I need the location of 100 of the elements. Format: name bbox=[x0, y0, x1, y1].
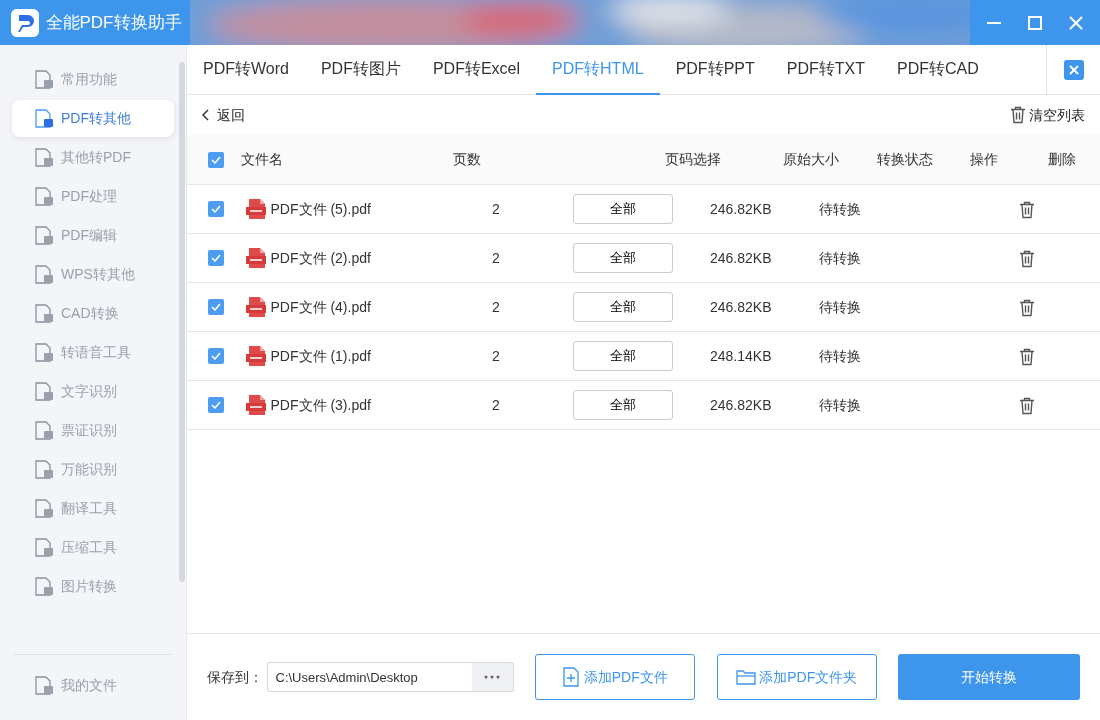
document-icon bbox=[34, 147, 54, 168]
save-label: 保存到： bbox=[207, 667, 263, 687]
checkmark-icon bbox=[211, 205, 221, 213]
page-count: 2 bbox=[492, 396, 500, 413]
checkbox[interactable] bbox=[208, 299, 224, 315]
sidebar-item[interactable]: 常用功能 bbox=[12, 61, 174, 98]
column-header: 文件名 bbox=[240, 151, 283, 167]
checkmark-icon bbox=[211, 401, 221, 409]
delete-icon[interactable] bbox=[1019, 347, 1035, 366]
document-icon bbox=[34, 264, 54, 285]
sidebar-item[interactable]: 文字识别 bbox=[12, 373, 174, 410]
tab[interactable]: PDF转图片 bbox=[304, 44, 417, 95]
tab[interactable]: PDF转Excel bbox=[416, 44, 537, 95]
document-icon bbox=[34, 537, 54, 558]
checkbox[interactable] bbox=[208, 348, 224, 364]
document-icon bbox=[34, 381, 54, 402]
file-name: PDF文件 (4).pdf bbox=[270, 297, 371, 317]
checkmark-icon bbox=[211, 155, 221, 164]
status-text: 待转换 bbox=[819, 396, 861, 413]
sidebar-item[interactable]: 票证识别 bbox=[12, 412, 174, 449]
document-icon bbox=[34, 576, 54, 597]
file-size: 246.82KB bbox=[710, 298, 772, 315]
logo-icon bbox=[10, 8, 39, 37]
sidebar-item[interactable]: PDF编辑 bbox=[12, 217, 174, 254]
add-file-button[interactable]: 添加PDF文件 bbox=[535, 654, 695, 700]
page-count: 2 bbox=[492, 249, 500, 266]
checkbox[interactable] bbox=[208, 201, 224, 217]
pdf-file-icon bbox=[245, 345, 267, 367]
back-button[interactable]: 返回 bbox=[201, 103, 246, 127]
column-header: 原始大小 bbox=[782, 151, 839, 167]
document-icon bbox=[34, 498, 54, 519]
document-icon bbox=[34, 186, 54, 207]
sidebar-item[interactable]: 我的文件 bbox=[12, 667, 174, 704]
delete-icon[interactable] bbox=[1019, 200, 1035, 219]
tab[interactable]: PDF转Word bbox=[187, 44, 305, 95]
sidebar-item[interactable]: 翻译工具 bbox=[12, 490, 174, 527]
window-title: 全能PDF转换助手 bbox=[45, 11, 182, 34]
checkmark-icon bbox=[211, 352, 221, 360]
trash-icon bbox=[1009, 106, 1026, 124]
sidebar-item[interactable]: PDF转其他 bbox=[12, 100, 174, 137]
status-text: 待转换 bbox=[819, 249, 861, 266]
checkmark-icon bbox=[211, 254, 221, 262]
document-icon bbox=[34, 303, 54, 324]
document-icon bbox=[34, 675, 54, 696]
tab[interactable]: PDF转HTML bbox=[536, 44, 660, 95]
document-icon bbox=[34, 459, 54, 480]
file-plus-icon bbox=[562, 667, 581, 687]
column-header: 页码选择 bbox=[665, 151, 722, 167]
delete-icon[interactable] bbox=[1019, 249, 1035, 268]
sidebar-item[interactable]: 转语音工具 bbox=[12, 334, 174, 371]
checkmark-icon bbox=[211, 303, 221, 311]
status-text: 待转换 bbox=[819, 347, 861, 364]
sidebar-item[interactable]: 其他转PDF bbox=[12, 139, 174, 176]
pdf-file-icon bbox=[245, 247, 267, 269]
folder-icon bbox=[735, 668, 756, 686]
sidebar-item[interactable]: PDF处理 bbox=[12, 178, 174, 215]
delete-icon[interactable] bbox=[1019, 298, 1035, 317]
column-header: 页数 bbox=[452, 151, 481, 167]
delete-icon[interactable] bbox=[1019, 396, 1035, 415]
sidebar-item[interactable]: 图片转换 bbox=[12, 568, 174, 605]
column-header: 转换状态 bbox=[876, 151, 933, 167]
sidebar-item[interactable]: CAD转换 bbox=[12, 295, 174, 332]
file-name: PDF文件 (5).pdf bbox=[270, 199, 371, 219]
file-name: PDF文件 (1).pdf bbox=[270, 346, 371, 366]
page-range-button[interactable]: 全部 bbox=[573, 390, 673, 420]
status-text: 待转换 bbox=[819, 298, 861, 315]
page-range-button[interactable]: 全部 bbox=[573, 341, 673, 371]
tab[interactable]: PDF转CAD bbox=[880, 44, 995, 95]
sidebar-item[interactable]: WPS转其他 bbox=[12, 256, 174, 293]
page-range-button[interactable]: 全部 bbox=[573, 292, 673, 322]
file-size: 246.82KB bbox=[710, 249, 772, 266]
file-size: 248.14KB bbox=[710, 347, 772, 364]
checkbox[interactable] bbox=[208, 250, 224, 266]
document-icon bbox=[34, 225, 54, 246]
checkbox[interactable] bbox=[208, 151, 224, 168]
column-header: 操作 bbox=[970, 151, 999, 167]
clear-list-button[interactable]: 清空列表 bbox=[1008, 103, 1086, 127]
page-count: 2 bbox=[492, 347, 500, 364]
pdf-file-icon bbox=[245, 296, 267, 318]
document-icon bbox=[34, 108, 54, 129]
tab[interactable]: PDF转TXT bbox=[770, 44, 881, 95]
page-range-button[interactable]: 全部 bbox=[573, 243, 673, 273]
chevron-left-icon bbox=[202, 109, 210, 121]
page-range-button[interactable]: 全部 bbox=[573, 194, 673, 224]
checkbox[interactable] bbox=[208, 397, 224, 413]
column-header: 删除 bbox=[1048, 151, 1077, 167]
sidebar-item[interactable]: 压缩工具 bbox=[12, 529, 174, 566]
document-icon bbox=[34, 420, 54, 441]
file-name: PDF文件 (2).pdf bbox=[270, 248, 371, 268]
document-icon bbox=[34, 69, 54, 90]
status-text: 待转换 bbox=[819, 200, 861, 217]
pdf-file-icon bbox=[245, 198, 267, 220]
sidebar-item[interactable]: 万能识别 bbox=[12, 451, 174, 488]
add-folder-button[interactable]: 添加PDF文件夹 bbox=[716, 654, 877, 700]
close-icon[interactable] bbox=[1063, 59, 1084, 80]
start-button[interactable]: 开始转换 bbox=[898, 654, 1080, 700]
page-count: 2 bbox=[492, 200, 500, 217]
document-icon bbox=[34, 342, 54, 363]
file-name: PDF文件 (3).pdf bbox=[270, 395, 371, 415]
tab[interactable]: PDF转PPT bbox=[659, 44, 771, 95]
